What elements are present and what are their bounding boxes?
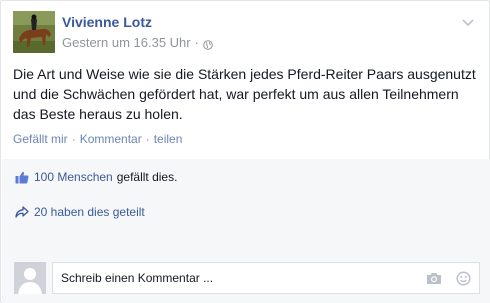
post-timestamp[interactable]: Gestern um 16.35 Uhr xyxy=(62,35,191,50)
shares-row: 20 haben dies geteilt xyxy=(15,205,145,219)
smiley-icon[interactable] xyxy=(456,271,471,289)
action-separator: · xyxy=(71,132,76,146)
thumbs-up-icon xyxy=(15,171,29,183)
post-card: Vivienne Lotz Gestern um 16.35 Uhr · Die… xyxy=(0,0,490,303)
likes-row: 100 Menschen gefällt dies. xyxy=(15,170,177,184)
comment-link[interactable]: Kommentar xyxy=(80,132,142,146)
comment-input-icons xyxy=(412,271,471,289)
post-meta: Gestern um 16.35 Uhr · xyxy=(62,35,213,50)
author-avatar[interactable] xyxy=(13,11,55,53)
share-arrow-icon xyxy=(15,206,29,218)
comment-composer: Schreib einen Kommentar ... xyxy=(14,261,480,295)
feedback-section: 100 Menschen gefällt dies. 20 haben dies… xyxy=(2,159,490,303)
comment-placeholder: Schreib einen Kommentar ... xyxy=(61,271,214,285)
likes-suffix: gefällt dies. xyxy=(116,170,178,184)
author-name[interactable]: Vivienne Lotz xyxy=(62,14,152,30)
shares-count-link[interactable]: 20 haben dies geteilt xyxy=(34,205,145,219)
likes-count-link[interactable]: 100 Menschen xyxy=(34,170,113,184)
globe-icon[interactable] xyxy=(203,38,213,50)
post-actions: Gefällt mir · Kommentar · teilen xyxy=(13,132,182,146)
comment-input[interactable]: Schreib einen Kommentar ... xyxy=(52,262,480,294)
share-link[interactable]: teilen xyxy=(154,132,183,146)
action-separator: · xyxy=(145,132,150,146)
post-text: Die Art und Weise wie sie die Stärken je… xyxy=(13,66,476,122)
viewer-avatar xyxy=(14,262,46,294)
chevron-down-icon[interactable] xyxy=(461,15,475,27)
meta-separator: · xyxy=(194,35,199,50)
like-link[interactable]: Gefällt mir xyxy=(13,132,68,146)
camera-icon[interactable] xyxy=(426,272,442,288)
